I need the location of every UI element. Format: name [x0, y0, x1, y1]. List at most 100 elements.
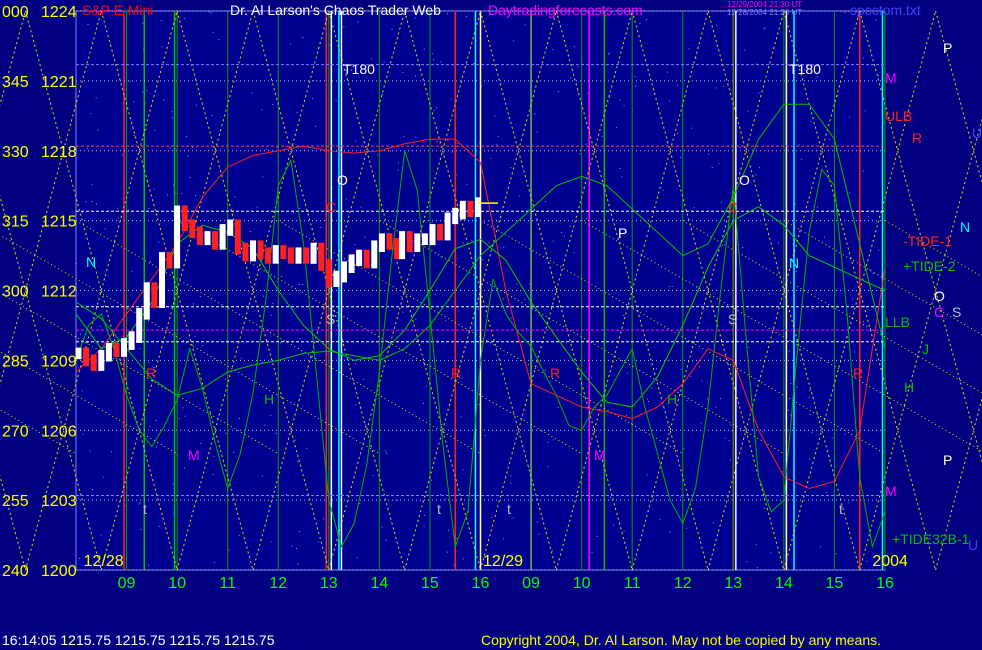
price-bar	[475, 197, 481, 218]
star-dot	[557, 91, 559, 93]
right-label: ULB	[885, 108, 912, 124]
star-dot	[264, 424, 266, 426]
star-dot	[82, 433, 84, 435]
star-dot	[853, 499, 855, 501]
star-dot	[127, 209, 129, 211]
star-dot	[503, 246, 505, 248]
star-dot	[142, 91, 144, 93]
star-dot	[447, 139, 449, 141]
star-dot	[869, 269, 871, 271]
star-dot	[158, 525, 160, 527]
right-label: R	[912, 130, 922, 146]
star-dot	[211, 12, 213, 14]
chart-canvas: 000 1224345 1221330 1218315 1215300 1212285 12…	[0, 0, 982, 650]
price-bar	[128, 331, 135, 350]
price-bar	[280, 245, 287, 260]
star-dot	[239, 418, 240, 419]
chart-annotation: R	[853, 365, 863, 381]
star-dot	[639, 22, 641, 24]
chart-annotation: H	[667, 391, 677, 407]
star-dot	[181, 192, 183, 194]
chart-annotation: M	[188, 447, 200, 463]
star-dot	[299, 284, 300, 285]
star-dot	[289, 143, 291, 145]
star-dot	[212, 31, 214, 33]
star-dot	[679, 496, 681, 498]
star-dot	[724, 437, 726, 439]
star-dot	[790, 383, 792, 385]
star-dot	[596, 536, 598, 537]
star-dot	[549, 257, 551, 259]
star-dot	[844, 12, 846, 13]
star-dot	[95, 97, 97, 99]
star-dot	[148, 564, 150, 566]
star-dot	[862, 57, 864, 59]
price-bar	[341, 261, 347, 283]
star-dot	[685, 527, 687, 529]
star-dot	[645, 310, 647, 312]
star-dot	[225, 432, 227, 434]
price-bar	[265, 247, 272, 264]
star-dot	[516, 283, 518, 285]
y-tick-price: 1212	[41, 284, 77, 301]
star-dot	[100, 534, 102, 536]
star-dot	[569, 225, 571, 227]
star-dot	[142, 22, 144, 24]
price-bar	[227, 219, 234, 236]
star-dot	[365, 424, 367, 426]
star-dot	[433, 109, 435, 111]
star-dot	[238, 534, 240, 536]
star-dot	[261, 109, 263, 111]
star-dot	[544, 369, 546, 371]
star-dot	[573, 252, 575, 254]
star-dot	[146, 90, 148, 92]
star-dot	[377, 154, 378, 156]
star-dot	[432, 53, 434, 55]
chart-annotation: T180	[343, 61, 375, 77]
star-dot	[720, 398, 721, 400]
star-dot	[189, 177, 191, 178]
star-dot	[313, 80, 314, 82]
star-dot	[683, 448, 685, 450]
star-dot	[764, 507, 765, 509]
star-dot	[160, 19, 162, 21]
price-bar	[444, 212, 451, 241]
star-dot	[686, 400, 688, 402]
star-dot	[86, 148, 88, 150]
star-dot	[178, 418, 180, 420]
site-name[interactable]: Daytradingforecasts.com	[488, 2, 643, 18]
y-tick-angle: 315	[2, 214, 29, 231]
star-dot	[445, 498, 447, 500]
price-bar	[90, 354, 97, 371]
chart-annotation: O	[337, 172, 348, 188]
star-dot	[715, 406, 717, 408]
star-dot	[518, 195, 520, 197]
star-dot	[436, 107, 437, 109]
star-dot	[795, 271, 797, 272]
star-dot	[372, 475, 374, 477]
star-dot	[764, 27, 766, 29]
star-dot	[140, 528, 142, 530]
star-dot	[585, 143, 587, 145]
star-dot	[201, 345, 203, 347]
star-dot	[849, 116, 851, 118]
star-dot	[172, 483, 174, 485]
star-dot	[623, 105, 625, 107]
star-dot	[171, 111, 173, 113]
star-dot	[586, 218, 588, 220]
x-tick-label: 11	[219, 575, 236, 592]
y-tick-angle: 300	[2, 284, 29, 301]
price-bar	[371, 240, 378, 269]
star-dot	[536, 131, 538, 133]
chart-annotation: R	[550, 365, 560, 381]
star-dot	[711, 167, 713, 168]
star-dot	[788, 350, 790, 352]
x-tick-label: 13	[724, 575, 742, 592]
y-tick-angle: 255	[2, 493, 29, 510]
price-bar	[318, 242, 325, 271]
star-dot	[213, 455, 215, 457]
star-dot	[398, 162, 399, 164]
star-dot	[835, 553, 837, 555]
right-label: M	[885, 483, 897, 499]
star-dot	[877, 75, 879, 77]
